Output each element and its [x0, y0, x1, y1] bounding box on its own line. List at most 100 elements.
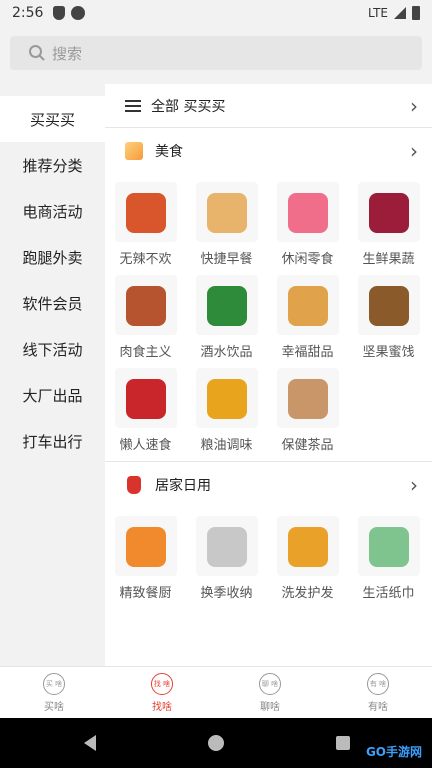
search-placeholder: 搜索: [52, 44, 83, 63]
category-tile-label: 休闲零食: [281, 252, 334, 267]
sidebar-item-recommended[interactable]: 推荐分类: [0, 142, 105, 188]
food-grid: 无辣不欢 快捷早餐 休闲零食 生鲜果蔬肉食主义 酒水饮品 幸福甜品 坚果蜜饯懒人速食 粮油调味…: [105, 174, 432, 453]
chevron-right-icon: ›: [410, 93, 418, 118]
signal-icon: [394, 7, 406, 19]
chat-tab-icon: 聊 啥: [259, 672, 281, 695]
section-title: 美食: [155, 144, 183, 160]
home-icon[interactable]: [208, 735, 224, 751]
system-navbar: GO手游网: [0, 718, 432, 768]
search-icon: [29, 45, 45, 61]
category-sidebar: 买买买 推荐分类 电商活动 跑腿外卖 软件会员 线下活动 大厂出品 打车出行: [0, 84, 105, 666]
have-tab-icon: 有 啥: [367, 672, 389, 695]
product-image: [125, 286, 166, 326]
chevron-right-icon: ›: [410, 473, 418, 497]
home-grid: 精致餐厨 换季收纳 洗发护发 生活纸巾: [105, 508, 432, 601]
product-image: [206, 193, 247, 233]
category-tile-label: 无辣不欢: [119, 252, 172, 267]
category-thumbnail: [276, 516, 339, 576]
category-tile-label: 懒人速食: [119, 438, 172, 453]
category-thumbnail: [276, 182, 339, 242]
category-tile[interactable]: 快捷早餐: [186, 174, 267, 267]
tab-have[interactable]: 有 啥 有啥: [324, 667, 432, 718]
category-tile[interactable]: 懒人速食: [105, 360, 186, 453]
category-thumbnail: [114, 368, 177, 428]
category-tile-label: 生活纸巾: [362, 586, 415, 601]
tab-label: 聊啥: [260, 701, 280, 713]
all-category-row[interactable]: 全部 买买买 ›: [105, 84, 432, 128]
category-tile-label: 换季收纳: [200, 586, 253, 601]
section-title: 居家日用: [155, 478, 211, 494]
product-image: [125, 193, 166, 233]
product-image: [287, 193, 328, 233]
watermark-logo: GO手游网: [365, 745, 422, 759]
category-tile-label: 保健茶品: [281, 438, 334, 453]
category-tile-label: 肉食主义: [119, 345, 172, 360]
category-thumbnail: [357, 182, 420, 242]
chevron-right-icon: ›: [410, 139, 418, 163]
recent-apps-icon[interactable]: [336, 736, 350, 750]
status-time: 2:56: [12, 5, 44, 21]
status-right: LTE: [368, 6, 420, 20]
sync-icon: [71, 6, 86, 20]
category-tile-label: 粮油调味: [200, 438, 253, 453]
sidebar-item-membership[interactable]: 软件会员: [0, 280, 105, 326]
category-tile[interactable]: 生鲜果蔬: [348, 174, 429, 267]
product-image: [287, 286, 328, 326]
sidebar-item-ecommerce[interactable]: 电商活动: [0, 188, 105, 234]
category-tile[interactable]: 洗发护发: [267, 508, 348, 601]
search-area: 搜索: [0, 26, 432, 84]
category-thumbnail: [357, 516, 420, 576]
category-tile-label: 酒水饮品: [200, 345, 253, 360]
category-thumbnail: [195, 516, 258, 576]
back-icon[interactable]: [84, 735, 96, 751]
sidebar-item-maimaimai[interactable]: 买买买: [0, 96, 105, 142]
section-header-home[interactable]: 居家日用 ›: [105, 462, 432, 508]
category-tile-label: 生鲜果蔬: [362, 252, 415, 267]
category-tile[interactable]: 生活纸巾: [348, 508, 429, 601]
bottom-tabbar: 买 啥 买啥 找 啥 找啥 聊 啥 聊啥 有 啥 有啥: [0, 666, 432, 718]
category-tile[interactable]: 肉食主义: [105, 267, 186, 360]
detergent-icon: [127, 476, 141, 494]
tab-buy[interactable]: 买 啥 买啥: [0, 667, 108, 718]
category-thumbnail: [195, 368, 258, 428]
tab-find[interactable]: 找 啥 找啥: [108, 667, 216, 718]
status-bar: 2:56 LTE: [0, 0, 432, 26]
sidebar-item-ride[interactable]: 打车出行: [0, 418, 105, 464]
category-tile[interactable]: 坚果蜜饯: [348, 267, 429, 360]
product-image: [125, 527, 166, 567]
product-image: [206, 527, 247, 567]
category-thumbnail: [114, 275, 177, 335]
product-image: [287, 527, 328, 567]
category-tile[interactable]: 保健茶品: [267, 360, 348, 453]
network-label: LTE: [368, 6, 388, 20]
sidebar-item-bigtech[interactable]: 大厂出品: [0, 372, 105, 418]
tab-chat[interactable]: 聊 啥 聊啥: [216, 667, 324, 718]
category-thumbnail: [195, 182, 258, 242]
tab-label: 买啥: [44, 701, 64, 713]
category-thumbnail: [276, 368, 339, 428]
product-image: [206, 286, 247, 326]
category-thumbnail: [357, 275, 420, 335]
category-tile-label: 洗发护发: [281, 586, 334, 601]
section-header-food[interactable]: 美食 ›: [105, 128, 432, 174]
category-thumbnail: [195, 275, 258, 335]
product-image: [206, 379, 247, 419]
category-tile[interactable]: 无辣不欢: [105, 174, 186, 267]
buy-tab-icon: 买 啥: [43, 672, 65, 695]
product-image: [287, 379, 328, 419]
all-category-label: 全部 买买买: [151, 98, 226, 115]
category-thumbnail: [276, 275, 339, 335]
category-tile[interactable]: 精致餐厨: [105, 508, 186, 601]
category-tile[interactable]: 粮油调味: [186, 360, 267, 453]
category-tile[interactable]: 幸福甜品: [267, 267, 348, 360]
category-tile-label: 坚果蜜饯: [362, 345, 415, 360]
product-image: [368, 193, 409, 233]
sidebar-item-offline[interactable]: 线下活动: [0, 326, 105, 372]
list-icon: [125, 99, 141, 112]
category-tile[interactable]: 换季收纳: [186, 508, 267, 601]
category-thumbnail: [114, 516, 177, 576]
category-tile[interactable]: 休闲零食: [267, 174, 348, 267]
category-tile[interactable]: 酒水饮品: [186, 267, 267, 360]
search-input[interactable]: 搜索: [10, 36, 422, 70]
sidebar-item-delivery[interactable]: 跑腿外卖: [0, 234, 105, 280]
